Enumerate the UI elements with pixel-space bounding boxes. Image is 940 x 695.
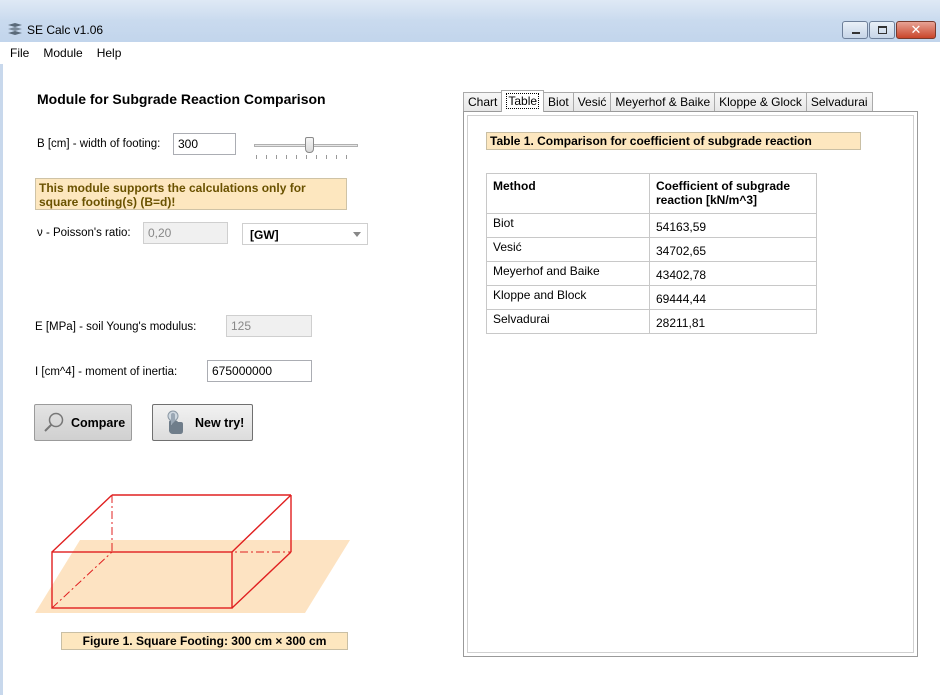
tab-selvadurai[interactable]: Selvadurai (805, 92, 873, 112)
inertia-label: I [cm^4] - moment of inertia: (35, 366, 178, 378)
method-cell: Selvadurai (486, 309, 650, 334)
table-row: Vesić 34702,65 (486, 237, 817, 262)
square-footing-note: This module supports the calculations on… (35, 178, 347, 210)
coefficient-cell: 54163,59 (649, 213, 817, 238)
title-bar: SE Calc v1.06 ✕ (0, 0, 940, 42)
menu-module[interactable]: Module (43, 46, 82, 60)
maximize-icon (878, 26, 887, 34)
hand-pointer-icon (167, 410, 183, 434)
table-row: Selvadurai 28211,81 (486, 309, 817, 334)
poisson-input[interactable]: 0,20 (143, 222, 228, 244)
table-header-row: Method Coefficient of subgrade reaction … (486, 173, 817, 214)
tab-table[interactable]: Table (501, 90, 545, 112)
column-header-method: Method (486, 173, 650, 214)
results-table: Method Coefficient of subgrade reaction … (486, 173, 817, 334)
table-row: Biot 54163,59 (486, 213, 817, 238)
tab-vesic[interactable]: Vesić (572, 92, 612, 112)
soil-class-select[interactable]: [GW] (242, 223, 368, 245)
app-logo-icon (8, 23, 22, 35)
poisson-label: ν - Poisson's ratio: (37, 227, 131, 239)
module-title: Module for Subgrade Reaction Comparison (37, 91, 326, 107)
column-header-coefficient: Coefficient of subgrade reaction [kN/m^3… (649, 173, 817, 214)
coefficient-cell: 43402,78 (649, 261, 817, 286)
menu-bar: File Module Help (0, 42, 940, 64)
coefficient-cell: 69444,44 (649, 285, 817, 310)
tab-biot[interactable]: Biot (543, 92, 574, 112)
minimize-icon (852, 32, 860, 34)
soil-class-value: [GW] (250, 228, 279, 242)
compare-button-label: Compare (71, 415, 126, 430)
new-try-button-label: New try! (195, 415, 245, 430)
compare-button[interactable]: Compare (34, 404, 132, 441)
results-tabs: Chart Table Biot Vesić Meyerhof & Baike … (463, 90, 873, 112)
window-controls: ✕ (841, 21, 936, 39)
inertia-input[interactable]: 675000000 (207, 360, 312, 382)
tab-kloppe-glock[interactable]: Kloppe & Glock (714, 92, 807, 112)
close-icon: ✕ (910, 22, 922, 37)
slider-ticks (256, 155, 356, 159)
maximize-button[interactable] (869, 21, 895, 39)
close-button[interactable]: ✕ (896, 21, 936, 39)
menu-help[interactable]: Help (97, 46, 122, 60)
method-cell: Vesić (486, 237, 650, 262)
width-slider[interactable] (254, 137, 358, 161)
figure-caption: Figure 1. Square Footing: 300 cm × 300 c… (61, 632, 348, 650)
young-modulus-label: E [MPa] - soil Young's modulus: (35, 321, 197, 333)
method-cell: Kloppe and Block (486, 285, 650, 310)
method-cell: Meyerhof and Baike (486, 261, 650, 286)
tab-chart[interactable]: Chart (463, 92, 503, 112)
table-row: Meyerhof and Baike 43402,78 (486, 261, 817, 286)
ground-plane (35, 540, 350, 613)
young-modulus-input[interactable]: 125 (226, 315, 312, 337)
square-footing-figure (35, 494, 350, 613)
table-caption: Table 1. Comparison for coefficient of s… (486, 132, 861, 150)
coefficient-cell: 28211,81 (649, 309, 817, 334)
chevron-down-icon (353, 232, 361, 237)
slider-thumb[interactable] (305, 137, 314, 153)
width-input[interactable]: 300 (173, 133, 236, 155)
width-label: B [cm] - width of footing: (37, 138, 161, 150)
method-cell: Biot (486, 213, 650, 238)
search-icon (44, 412, 64, 432)
minimize-button[interactable] (842, 21, 868, 39)
new-try-button[interactable]: New try! (152, 404, 253, 441)
table-row: Kloppe and Block 69444,44 (486, 285, 817, 310)
tab-meyerhof-baike[interactable]: Meyerhof & Baike (610, 92, 716, 112)
coefficient-cell: 34702,65 (649, 237, 817, 262)
window-title: SE Calc v1.06 (27, 23, 104, 37)
menu-file[interactable]: File (10, 46, 29, 60)
window-frame-edge (0, 64, 3, 695)
